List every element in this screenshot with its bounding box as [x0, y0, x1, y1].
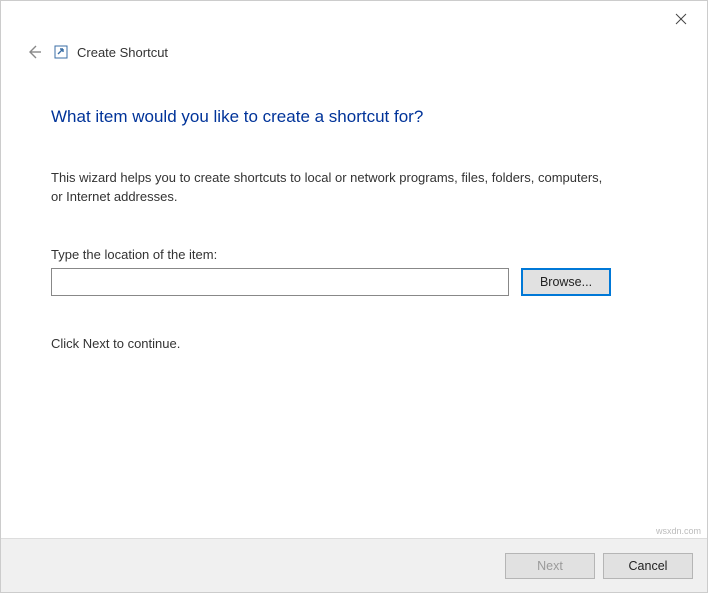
watermark: wsxdn.com: [656, 526, 701, 536]
content-area: What item would you like to create a sho…: [1, 67, 707, 538]
close-icon: [675, 13, 687, 25]
page-heading: What item would you like to create a sho…: [51, 107, 657, 127]
wizard-title: Create Shortcut: [77, 45, 168, 60]
location-input-row: Browse...: [51, 268, 657, 296]
browse-button[interactable]: Browse...: [521, 268, 611, 296]
next-button[interactable]: Next: [505, 553, 595, 579]
location-field-label: Type the location of the item:: [51, 247, 657, 262]
titlebar: [1, 1, 707, 37]
back-button[interactable]: [23, 41, 45, 63]
location-input[interactable]: [51, 268, 509, 296]
shortcut-icon: [53, 44, 69, 60]
create-shortcut-dialog: Create Shortcut What item would you like…: [0, 0, 708, 593]
continue-instruction: Click Next to continue.: [51, 336, 657, 351]
wizard-description: This wizard helps you to create shortcut…: [51, 169, 611, 207]
back-arrow-icon: [26, 44, 42, 60]
close-button[interactable]: [661, 5, 701, 33]
header-row: Create Shortcut: [1, 37, 707, 67]
dialog-footer: Next Cancel: [1, 538, 707, 592]
cancel-button[interactable]: Cancel: [603, 553, 693, 579]
